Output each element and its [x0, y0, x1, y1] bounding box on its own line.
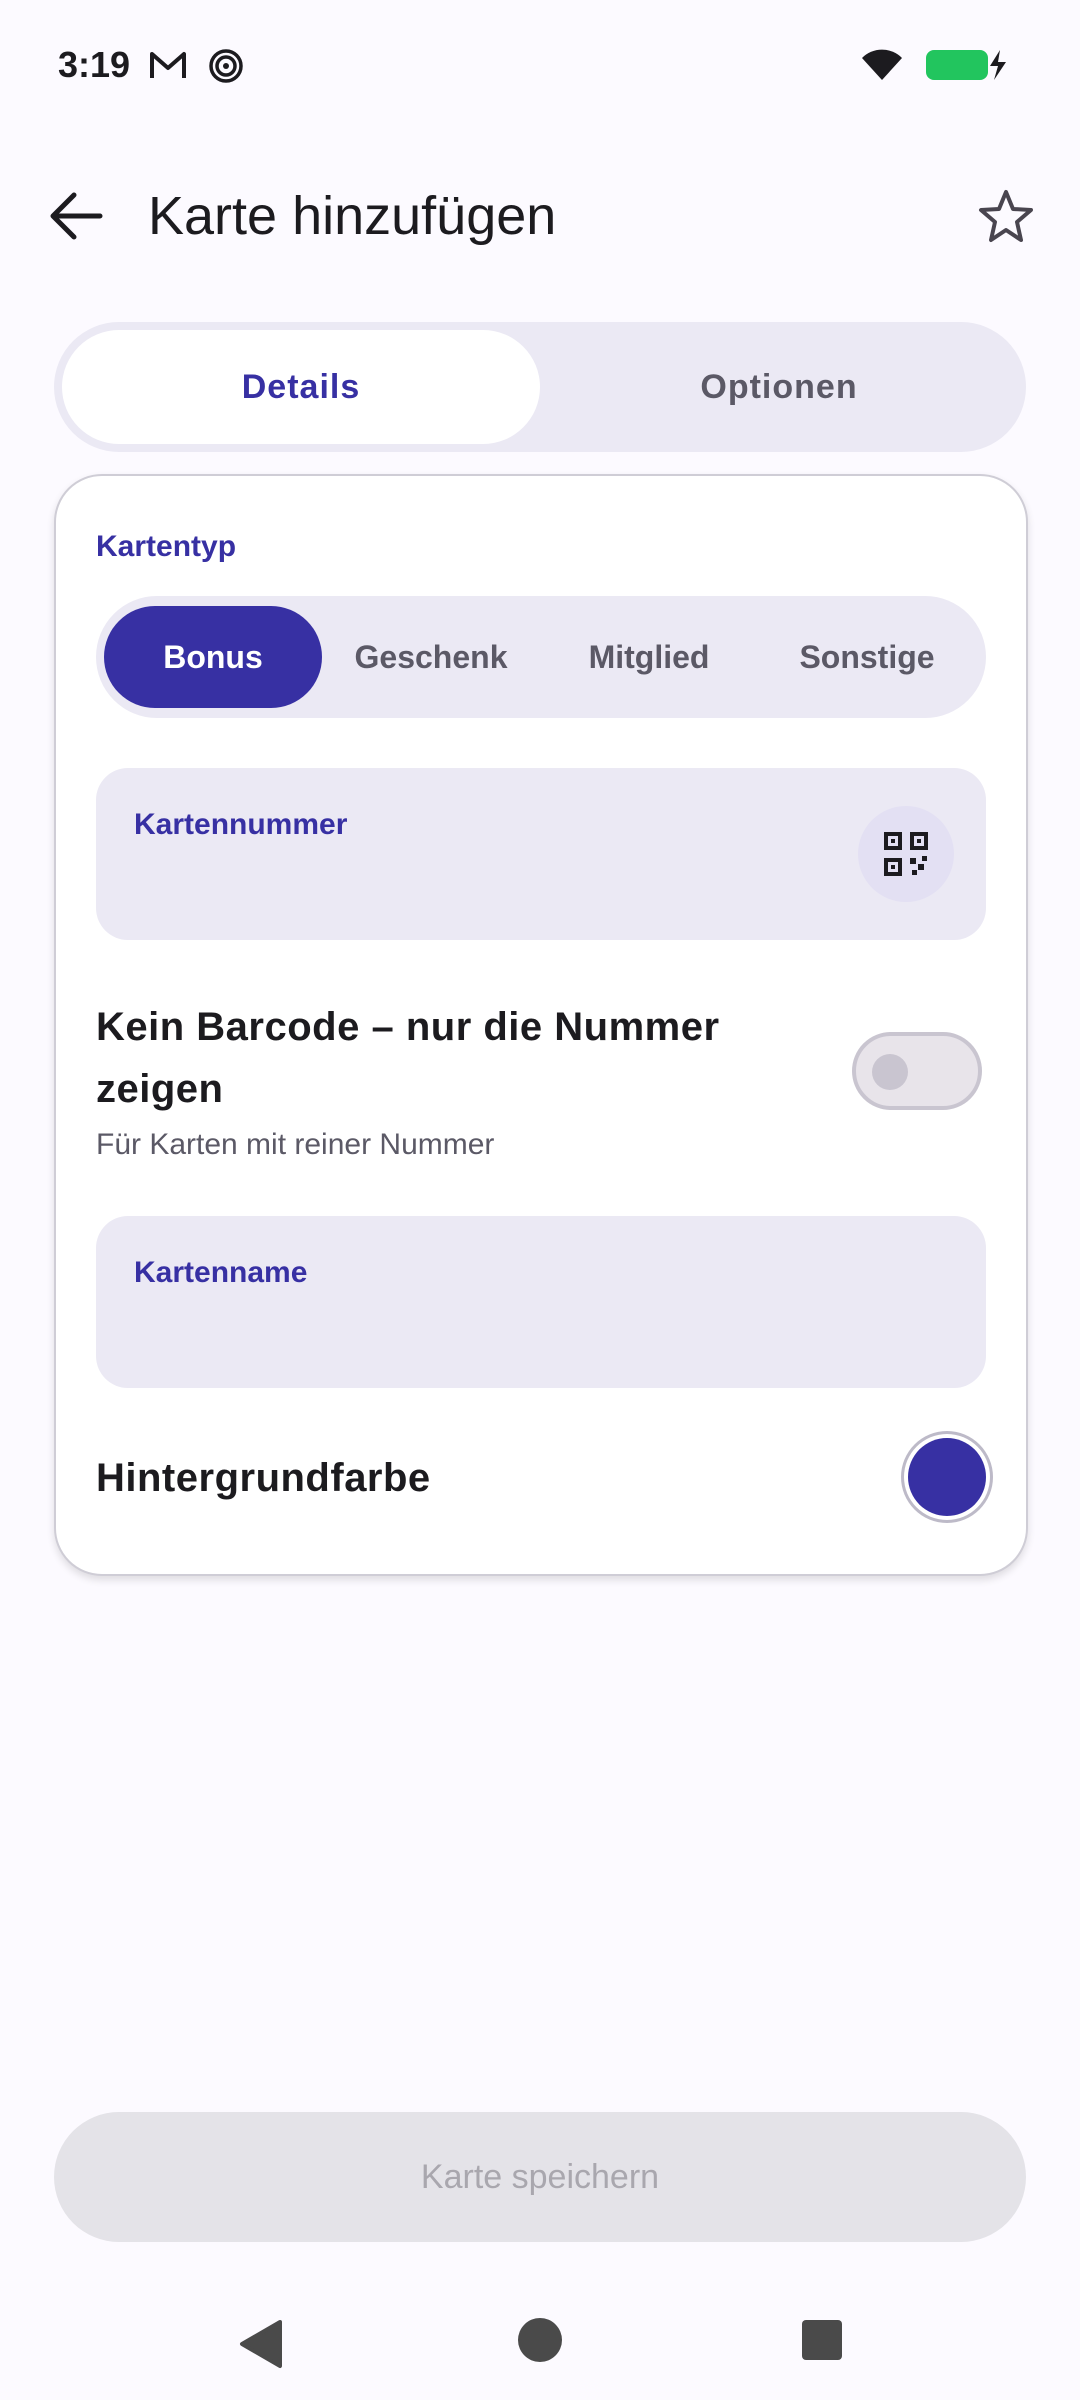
favorite-button[interactable]: [966, 180, 1046, 252]
card-type-selector: Bonus Geschenk Mitglied Sonstige: [96, 596, 986, 718]
background-color-row[interactable]: Hintergrundfarbe: [96, 1436, 986, 1526]
switch-thumb: [872, 1054, 908, 1090]
background-color-label: Hintergrundfarbe: [96, 1456, 431, 1500]
card-name-label: Kartenname: [134, 1256, 308, 1289]
no-barcode-switch[interactable]: [852, 1032, 982, 1110]
back-button[interactable]: [36, 180, 116, 252]
card-type-geschenk[interactable]: Geschenk: [322, 606, 540, 708]
no-barcode-title: Kein Barcode – nur die Nummer zeigen: [96, 1005, 720, 1111]
scan-barcode-button[interactable]: [858, 806, 954, 902]
tab-bar: Details Optionen: [54, 322, 1026, 452]
card-type-label: Kartentyp: [96, 530, 237, 563]
page-title: Karte hinzufügen: [148, 186, 557, 246]
gmail-icon: [150, 52, 186, 78]
tab-optionen[interactable]: Optionen: [540, 330, 1018, 444]
star-outline-icon: [979, 190, 1033, 242]
status-bar: 3:19: [0, 0, 1080, 130]
card-number-label: Kartennummer: [134, 808, 348, 841]
app-bar: Karte hinzufügen: [0, 160, 1080, 270]
status-time: 3:19: [58, 44, 131, 85]
save-card-button[interactable]: Karte speichern: [54, 2112, 1026, 2242]
card-name-field[interactable]: Kartenname: [96, 1216, 986, 1388]
screen: 3:19 Karte hinzufügen Details Optionen K…: [0, 0, 1080, 2400]
qr-scan-icon: [884, 832, 928, 876]
no-barcode-subtitle: Für Karten mit reiner Nummer: [96, 1128, 495, 1161]
nav-recents-icon[interactable]: [800, 2318, 844, 2362]
tab-details[interactable]: Details: [62, 330, 540, 444]
card-type-mitglied[interactable]: Mitglied: [540, 606, 758, 708]
arrow-back-icon: [50, 192, 103, 240]
spiral-icon: [209, 49, 243, 83]
nav-back-icon[interactable]: [234, 2316, 286, 2372]
card-type-sonstige[interactable]: Sonstige: [758, 606, 976, 708]
system-navigation-bar: [0, 2290, 1080, 2400]
background-color-swatch[interactable]: [908, 1438, 986, 1516]
battery-charging-icon: [926, 50, 1006, 80]
no-barcode-row: Kein Barcode – nur die Nummer zeigen Für…: [96, 996, 986, 1176]
card-type-bonus[interactable]: Bonus: [104, 606, 322, 708]
nav-home-icon[interactable]: [516, 2316, 564, 2364]
card-number-field[interactable]: Kartennummer: [96, 768, 986, 940]
card-form: Kartentyp Bonus Geschenk Mitglied Sonsti…: [54, 474, 1028, 1576]
wifi-icon: [862, 49, 902, 80]
